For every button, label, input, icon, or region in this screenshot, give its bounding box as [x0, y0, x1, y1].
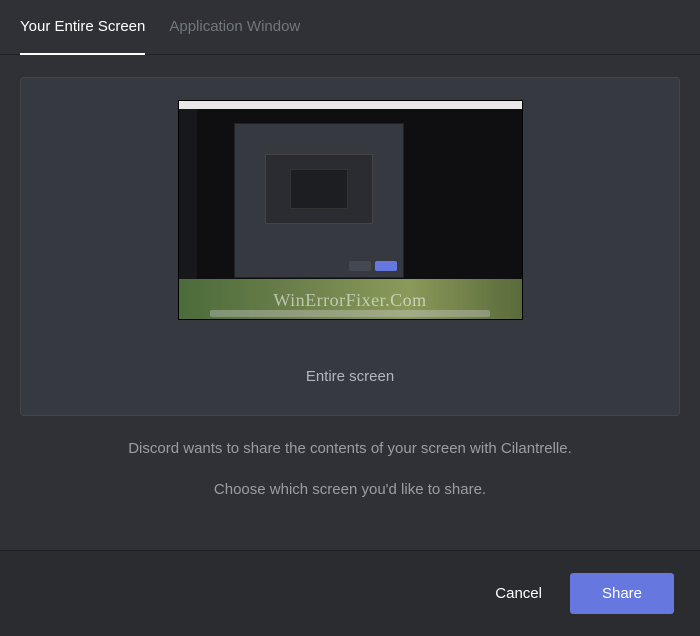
cancel-button[interactable]: Cancel: [495, 585, 542, 602]
inner-modal-thumb: [265, 154, 373, 224]
inner-cancel-icon: [349, 261, 371, 271]
info-line-2: Choose which screen you'd like to share.: [20, 479, 680, 500]
inner-app-preview: [179, 109, 522, 279]
tab-entire-screen[interactable]: Your Entire Screen: [20, 18, 145, 55]
inner-modal-footer: [349, 261, 397, 271]
screen-thumbnail: WinErrorFixer.Com: [178, 100, 523, 320]
screen-option-entire[interactable]: WinErrorFixer.Com Entire screen: [20, 77, 680, 416]
watermark-text: WinErrorFixer.Com: [273, 290, 426, 311]
screen-label: Entire screen: [306, 368, 394, 385]
inner-modal-thumb-nested: [290, 169, 348, 209]
dock-preview: [210, 310, 490, 317]
inner-modal-preview: [234, 123, 404, 278]
tab-application-window[interactable]: Application Window: [169, 18, 300, 54]
info-line-1: Discord wants to share the contents of y…: [20, 438, 680, 459]
dialog-footer: Cancel Share: [0, 550, 700, 636]
tabs: Your Entire Screen Application Window: [0, 0, 700, 55]
share-button[interactable]: Share: [570, 573, 674, 614]
menubar-preview: [179, 101, 522, 109]
inner-sidebar-preview: [179, 109, 197, 279]
screen-share-dialog: Your Entire Screen Application Window: [0, 0, 700, 636]
content-area: WinErrorFixer.Com Entire screen Discord …: [0, 55, 700, 550]
info-text: Discord wants to share the contents of y…: [20, 438, 680, 500]
inner-share-icon: [375, 261, 397, 271]
